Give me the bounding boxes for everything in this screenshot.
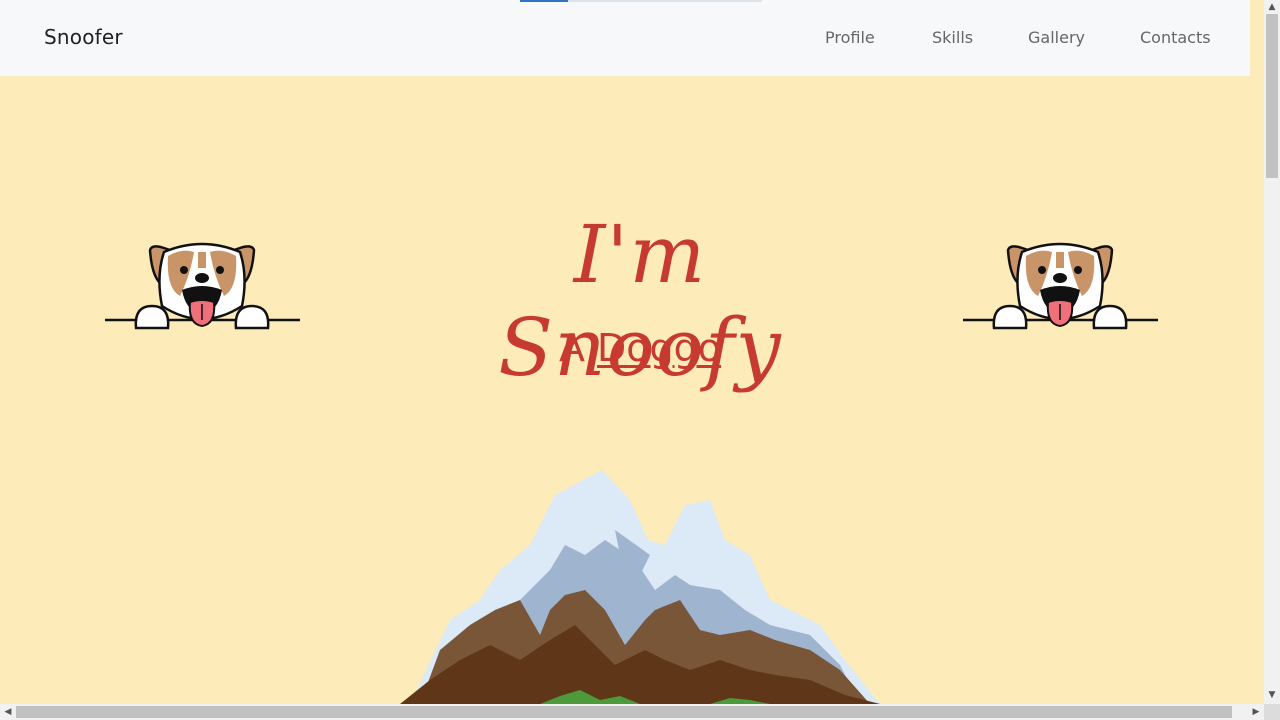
nav-link-contacts[interactable]: Contacts	[1140, 28, 1211, 47]
scroll-right-arrow-icon[interactable]: ▶	[1248, 704, 1264, 720]
nav-link-profile[interactable]: Profile	[825, 28, 875, 47]
scroll-left-arrow-icon[interactable]: ◀	[0, 704, 16, 720]
brand-logo[interactable]: Snoofer	[44, 25, 123, 49]
mountain-illustration	[400, 470, 880, 704]
scroll-progress-track	[520, 0, 762, 2]
scroll-up-arrow-icon[interactable]: ▲	[1264, 0, 1280, 14]
nav-link-gallery[interactable]: Gallery	[1028, 28, 1085, 47]
hero-subtitle-prefix: A	[558, 326, 585, 370]
hero-subtitle: A Doggo	[430, 326, 850, 370]
nav-link-skills[interactable]: Skills	[932, 28, 973, 47]
scrollbar-horizontal-thumb[interactable]	[16, 706, 1232, 718]
scroll-progress-fill	[520, 0, 569, 2]
hero-subtitle-word: Doggo	[597, 326, 722, 370]
scroll-down-arrow-icon[interactable]: ▼	[1264, 688, 1280, 702]
navbar: Snoofer Profile Skills Gallery Contacts	[0, 0, 1250, 76]
dog-peeking-icon	[105, 242, 300, 330]
scrollbar-corner	[1264, 704, 1280, 720]
scrollbar-vertical-thumb[interactable]	[1266, 14, 1278, 178]
dog-peeking-icon	[963, 242, 1158, 330]
